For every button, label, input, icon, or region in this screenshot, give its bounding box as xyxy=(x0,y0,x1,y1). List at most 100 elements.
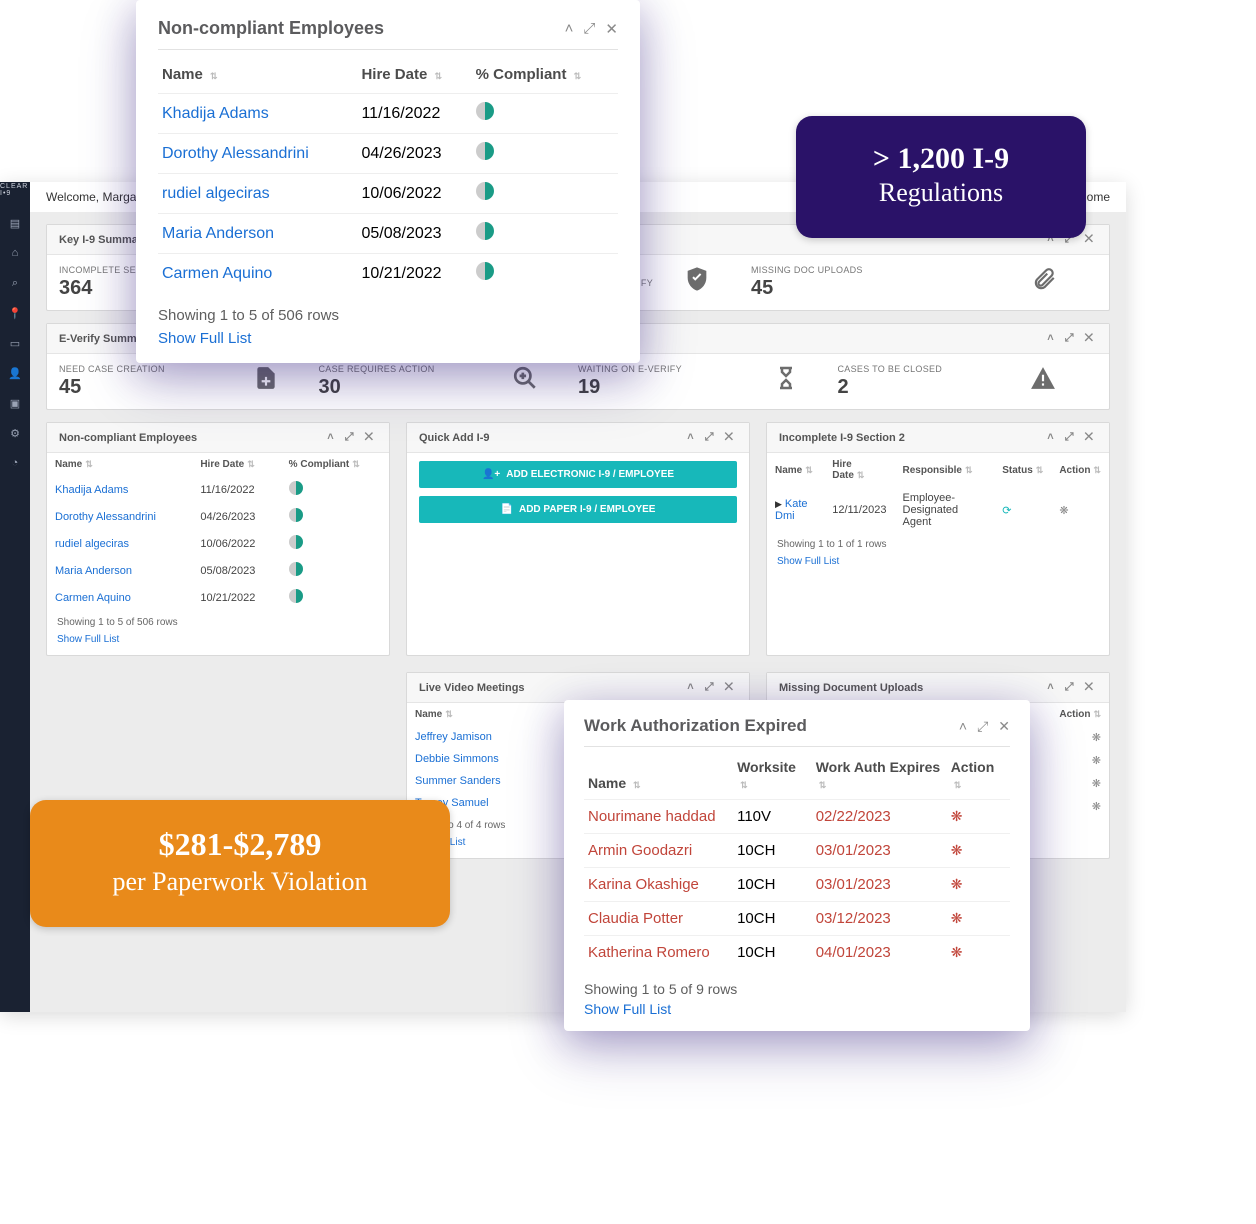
th-action[interactable]: Action xyxy=(951,759,995,775)
gear-icon[interactable]: ❋ xyxy=(1092,778,1101,790)
show-full-list-link[interactable]: Show Full List xyxy=(136,330,640,347)
cell-worksite: 10CH xyxy=(733,834,812,868)
gear-icon[interactable]: ❋ xyxy=(951,910,963,926)
close-icon[interactable]: ✕ xyxy=(605,20,618,38)
th-hire[interactable]: Hire Date xyxy=(200,459,244,470)
half-pie-icon xyxy=(476,222,494,240)
th-hire[interactable]: Hire Date xyxy=(832,459,854,481)
table-row: Khadija Adams 11/16/2022 xyxy=(158,94,618,134)
expand-icon[interactable]: ⤢ xyxy=(583,20,595,38)
collapse-icon[interactable]: ˄ xyxy=(565,20,574,38)
gear-icon[interactable]: ❋ xyxy=(951,944,963,960)
cell-expires: 02/22/2023 xyxy=(812,800,947,834)
th-name[interactable]: Name xyxy=(162,66,203,83)
th-expires[interactable]: Work Auth Expires xyxy=(816,759,940,775)
show-full-list-link[interactable]: Show Full List xyxy=(564,1001,1030,1017)
paperclip-icon xyxy=(1031,266,1057,299)
stat-value: 30 xyxy=(319,376,435,399)
name-link[interactable]: Claudia Potter xyxy=(584,902,733,936)
name-link[interactable]: rudiel algeciras xyxy=(158,174,357,214)
sort-icon: ⇅ xyxy=(1093,709,1101,719)
name-link[interactable]: Karina Okashige xyxy=(584,868,733,902)
cell-hire: 11/16/2022 xyxy=(357,94,471,134)
th-status[interactable]: Status xyxy=(1002,465,1033,476)
th-hire[interactable]: Hire Date xyxy=(361,66,427,83)
half-pie-icon xyxy=(476,262,494,280)
table-row: Carmen Aquino 10/21/2022 xyxy=(47,584,389,611)
name-link[interactable]: Khadija Adams xyxy=(47,476,192,503)
cell-expires: 03/01/2023 xyxy=(812,868,947,902)
sort-icon: ⇅ xyxy=(247,459,255,469)
th-compliant[interactable]: % Compliant xyxy=(289,459,350,470)
nav-user-icon[interactable]: 👤 xyxy=(9,367,21,379)
cell-worksite: 10CH xyxy=(733,936,812,970)
name-link[interactable]: Jeffrey Jamison xyxy=(407,726,577,748)
nav-badge-icon[interactable]: ▣ xyxy=(9,397,21,409)
panel-controls[interactable]: ˄ ⤢ ✕ xyxy=(327,431,377,444)
close-icon[interactable]: ✕ xyxy=(998,718,1010,735)
th-responsible[interactable]: Responsible xyxy=(903,465,962,476)
expand-icon[interactable]: ⤢ xyxy=(977,718,988,735)
add-electronic-button[interactable]: 👤+ ADD ELECTRONIC I-9 / EMPLOYEE xyxy=(419,461,737,488)
show-full-list-link[interactable]: Show Full List xyxy=(767,556,1109,577)
th-name[interactable]: Name xyxy=(55,459,82,470)
nav-gear-icon[interactable]: ⚙ xyxy=(9,427,21,439)
name-link[interactable]: Carmen Aquino xyxy=(158,254,357,294)
nav-screen-icon[interactable]: ▭ xyxy=(9,337,21,349)
name-link[interactable]: Debbie Simmons xyxy=(407,748,577,770)
name-link[interactable]: Armin Goodazri xyxy=(584,834,733,868)
brand-logo: CLEAR I•9 xyxy=(0,182,30,198)
name-link[interactable]: Maria Anderson xyxy=(158,214,357,254)
th-name[interactable]: Name xyxy=(588,775,626,791)
caret-icon: ▶ xyxy=(775,499,782,509)
panel-controls[interactable]: ˄ ⤢ ✕ xyxy=(687,431,737,444)
panel-controls[interactable]: ˄ ⤢ ✕ xyxy=(1047,681,1097,694)
gear-icon[interactable]: ❋ xyxy=(1092,755,1101,767)
name-link[interactable]: Summer Sanders xyxy=(407,770,577,792)
name-link[interactable]: Dorothy Alessandrini xyxy=(47,503,192,530)
nav-search-icon[interactable]: ⌕ xyxy=(9,277,21,289)
name-link[interactable]: Nourimane haddad xyxy=(584,800,733,834)
panel-controls[interactable]: ˄ ⤢ ✕ xyxy=(1047,332,1097,345)
name-link[interactable]: rudiel algeciras xyxy=(47,530,192,557)
table-row: Armin Goodazri 10CH 03/01/2023 ❋ xyxy=(584,834,1010,868)
noncompliant-panel-small: Non-compliant Employees ˄ ⤢ ✕ Name⇅ Hire… xyxy=(46,422,390,656)
refresh-icon[interactable]: ⟳ xyxy=(1002,505,1011,517)
showing-text: Showing 1 to 5 of 506 rows xyxy=(47,611,389,634)
card-title: Work Authorization Expired xyxy=(584,716,807,736)
nav-doc-icon[interactable]: ▤ xyxy=(9,217,21,229)
name-link[interactable]: Carmen Aquino xyxy=(47,584,192,611)
name-link[interactable]: ▶Kate Dmi xyxy=(767,487,824,533)
nav-home-icon[interactable]: ⌂ xyxy=(9,247,21,259)
panel-controls[interactable]: ˄ ⤢ ✕ xyxy=(687,681,737,694)
th-compliant[interactable]: % Compliant xyxy=(476,66,567,83)
gear-icon[interactable]: ❋ xyxy=(1059,505,1068,517)
cell-compliant xyxy=(472,94,618,134)
collapse-icon[interactable]: ˄ xyxy=(959,718,967,735)
nav-chart-icon[interactable]: ◔ xyxy=(9,457,21,469)
gear-icon[interactable]: ❋ xyxy=(951,876,963,892)
gear-icon[interactable]: ❋ xyxy=(1092,801,1101,813)
th-action[interactable]: Action xyxy=(1059,709,1090,720)
th-name[interactable]: Name xyxy=(775,465,802,476)
th-worksite[interactable]: Worksite xyxy=(737,759,796,775)
name-link[interactable]: Maria Anderson xyxy=(47,557,192,584)
incomplete-s2-panel: Incomplete I-9 Section 2 ˄ ⤢ ✕ Name⇅ Hir… xyxy=(766,422,1110,656)
table-row: Claudia Potter 10CH 03/12/2023 ❋ xyxy=(584,902,1010,936)
name-link[interactable]: Katherina Romero xyxy=(584,936,733,970)
gear-icon[interactable]: ❋ xyxy=(951,808,963,824)
cell-compliant xyxy=(281,557,389,584)
th-name[interactable]: Name xyxy=(415,709,442,720)
th-action[interactable]: Action xyxy=(1059,465,1090,476)
show-full-list-link[interactable]: Show Full List xyxy=(47,634,389,655)
gear-icon[interactable]: ❋ xyxy=(951,842,963,858)
stat-label: NEED CASE CREATION xyxy=(59,364,165,374)
cell-compliant xyxy=(281,530,389,557)
nav-pin-icon[interactable]: 📍 xyxy=(9,307,21,319)
name-link[interactable]: Khadija Adams xyxy=(158,94,357,134)
name-link[interactable]: Dorothy Alessandrini xyxy=(158,134,357,174)
half-pie-icon xyxy=(476,182,494,200)
add-paper-button[interactable]: 📄 ADD PAPER I-9 / EMPLOYEE xyxy=(419,496,737,523)
panel-controls[interactable]: ˄ ⤢ ✕ xyxy=(1047,431,1097,444)
gear-icon[interactable]: ❋ xyxy=(1092,732,1101,744)
